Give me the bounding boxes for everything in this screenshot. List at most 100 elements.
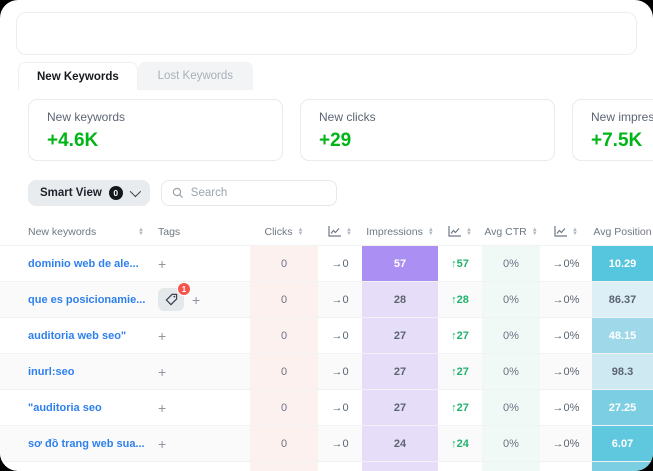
ctr-cell: 0% <box>482 282 540 317</box>
filter-row: Smart View 0 <box>28 180 653 206</box>
ctr-cell: 0% <box>482 246 540 281</box>
keyword-link[interactable]: dominio web de ale... <box>28 258 139 270</box>
impressions-trend-cell: ↑28 <box>438 282 482 317</box>
tab-label: New Keywords <box>37 71 119 83</box>
avg-position-cell: 48.15 <box>592 318 653 353</box>
sort-icon[interactable]: ▲▼ <box>532 228 538 236</box>
ctr-cell <box>482 462 540 471</box>
clicks-trend-cell: →0 <box>318 354 362 389</box>
table-body: dominio web de ale... + 0 →0 57 ↑57 0% →… <box>0 245 653 471</box>
sort-icon[interactable]: ▲▼ <box>138 228 144 236</box>
clicks-trend-cell: →0 <box>318 318 362 353</box>
add-tag-button[interactable]: + <box>158 328 166 344</box>
tab-new-keywords[interactable]: New Keywords <box>18 62 138 90</box>
sort-icon[interactable]: ▲▼ <box>466 228 472 236</box>
ctr-trend-cell: →0% <box>540 246 592 281</box>
search-input[interactable] <box>191 187 311 199</box>
stat-label: New keywords <box>47 110 264 124</box>
impressions-trend-cell: ↑57 <box>438 246 482 281</box>
ctr-cell: 0% <box>482 354 540 389</box>
clicks-trend-cell: →0 <box>318 246 362 281</box>
stat-value: +7.5K <box>591 130 653 152</box>
stat-value: +4.6K <box>47 130 264 152</box>
table-row: sơ đồ trang web sua... + 0 →0 24 ↑24 0% … <box>0 425 653 461</box>
clicks-trend-cell: →0 <box>318 390 362 425</box>
avg-position-cell: 27.25 <box>592 390 653 425</box>
top-banner <box>16 12 637 55</box>
column-header-new-keywords[interactable]: New keywords ▲▼ <box>0 218 150 245</box>
impressions-trend-cell: ↑27 <box>438 318 482 353</box>
search-icon <box>172 187 184 199</box>
ctr-trend-cell: →0% <box>540 318 592 353</box>
clicks-trend-cell: →0 <box>318 426 362 461</box>
column-header-avg-position[interactable]: Avg Position <box>592 218 653 245</box>
impressions-cell: 27 <box>362 390 438 425</box>
stat-card-new-keywords: New keywords +4.6K <box>28 99 283 161</box>
table-header-row: New keywords ▲▼ Tags Clicks ▲▼ ▲▼ Impres… <box>0 218 653 245</box>
impressions-cell: 27 <box>362 318 438 353</box>
column-header-ctr-trend[interactable]: ▲▼ <box>540 218 592 245</box>
line-chart-icon <box>448 226 461 237</box>
avg-position-cell: 6.07 <box>592 426 653 461</box>
clicks-cell: 0 <box>250 354 318 389</box>
clicks-cell: 0 <box>250 282 318 317</box>
keyword-link[interactable]: sơ đồ trang web sua... <box>28 438 145 450</box>
add-tag-button[interactable]: + <box>158 256 166 272</box>
ctr-cell: 0% <box>482 390 540 425</box>
ctr-cell: 0% <box>482 426 540 461</box>
column-header-clicks[interactable]: Clicks ▲▼ <box>250 218 318 245</box>
column-header-impressions[interactable]: Impressions ▲▼ <box>362 218 438 245</box>
clicks-cell: 0 <box>250 390 318 425</box>
tag-icon <box>165 293 178 306</box>
column-header-impressions-trend[interactable]: ▲▼ <box>438 218 482 245</box>
stat-label: New impressions <box>591 110 653 124</box>
add-tag-button[interactable]: + <box>158 400 166 416</box>
stat-card-new-clicks: New clicks +29 <box>300 99 555 161</box>
column-header-tags: Tags <box>150 218 250 245</box>
table-row: inurl:seo + 0 →0 27 ↑27 0% →0% 98.3 <box>0 353 653 389</box>
column-header-avg-ctr[interactable]: Avg CTR ▲▼ <box>482 218 540 245</box>
table-row: auditoria web seo" + 0 →0 27 ↑27 0% →0% … <box>0 317 653 353</box>
impressions-trend-cell: ↑27 <box>438 390 482 425</box>
tag-chip[interactable]: 1 <box>158 288 184 311</box>
clicks-cell: 0 <box>250 426 318 461</box>
table-row: dominio web de ale... + 0 →0 57 ↑57 0% →… <box>0 245 653 281</box>
tab-lost-keywords[interactable]: Lost Keywords <box>138 62 253 90</box>
avg-position-cell <box>592 462 653 471</box>
avg-position-cell: 98.3 <box>592 354 653 389</box>
sort-icon[interactable]: ▲▼ <box>428 228 434 236</box>
impressions-trend-cell: ↑24 <box>438 426 482 461</box>
tab-bar: New Keywords Lost Keywords <box>18 62 653 90</box>
search-box[interactable] <box>161 180 337 206</box>
keyword-link[interactable]: inurl:seo <box>28 366 74 378</box>
impressions-cell <box>362 462 438 471</box>
keyword-link[interactable]: "auditoria seo <box>28 402 102 414</box>
line-chart-icon <box>554 226 567 237</box>
avg-position-cell: 10.29 <box>592 246 653 281</box>
tag-count-badge: 1 <box>177 282 191 296</box>
stat-label: New clicks <box>319 110 536 124</box>
ctr-trend-cell: →0% <box>540 426 592 461</box>
stats-row: New keywords +4.6K New clicks +29 New im… <box>0 90 653 161</box>
clicks-cell: 0 <box>250 318 318 353</box>
table-row-partial <box>0 461 653 471</box>
sort-icon[interactable]: ▲▼ <box>572 228 578 236</box>
impressions-cell: 57 <box>362 246 438 281</box>
column-header-clicks-trend[interactable]: ▲▼ <box>318 218 362 245</box>
keyword-link[interactable]: auditoria web seo" <box>28 330 126 342</box>
clicks-cell <box>250 462 318 471</box>
add-tag-button[interactable]: + <box>192 292 200 308</box>
line-chart-icon <box>328 226 341 237</box>
add-tag-button[interactable]: + <box>158 364 166 380</box>
clicks-cell: 0 <box>250 246 318 281</box>
keywords-table: New keywords ▲▼ Tags Clicks ▲▼ ▲▼ Impres… <box>0 218 653 471</box>
impressions-cell: 24 <box>362 426 438 461</box>
sort-icon[interactable]: ▲▼ <box>346 228 352 236</box>
ctr-trend-cell: →0% <box>540 282 592 317</box>
table-row: "auditoria seo + 0 →0 27 ↑27 0% →0% 27.2… <box>0 389 653 425</box>
sort-icon[interactable]: ▲▼ <box>298 228 304 236</box>
keyword-link[interactable]: que es posicionamie... <box>28 294 145 306</box>
impressions-cell: 27 <box>362 354 438 389</box>
smart-view-dropdown[interactable]: Smart View 0 <box>28 180 150 206</box>
add-tag-button[interactable]: + <box>158 436 166 452</box>
